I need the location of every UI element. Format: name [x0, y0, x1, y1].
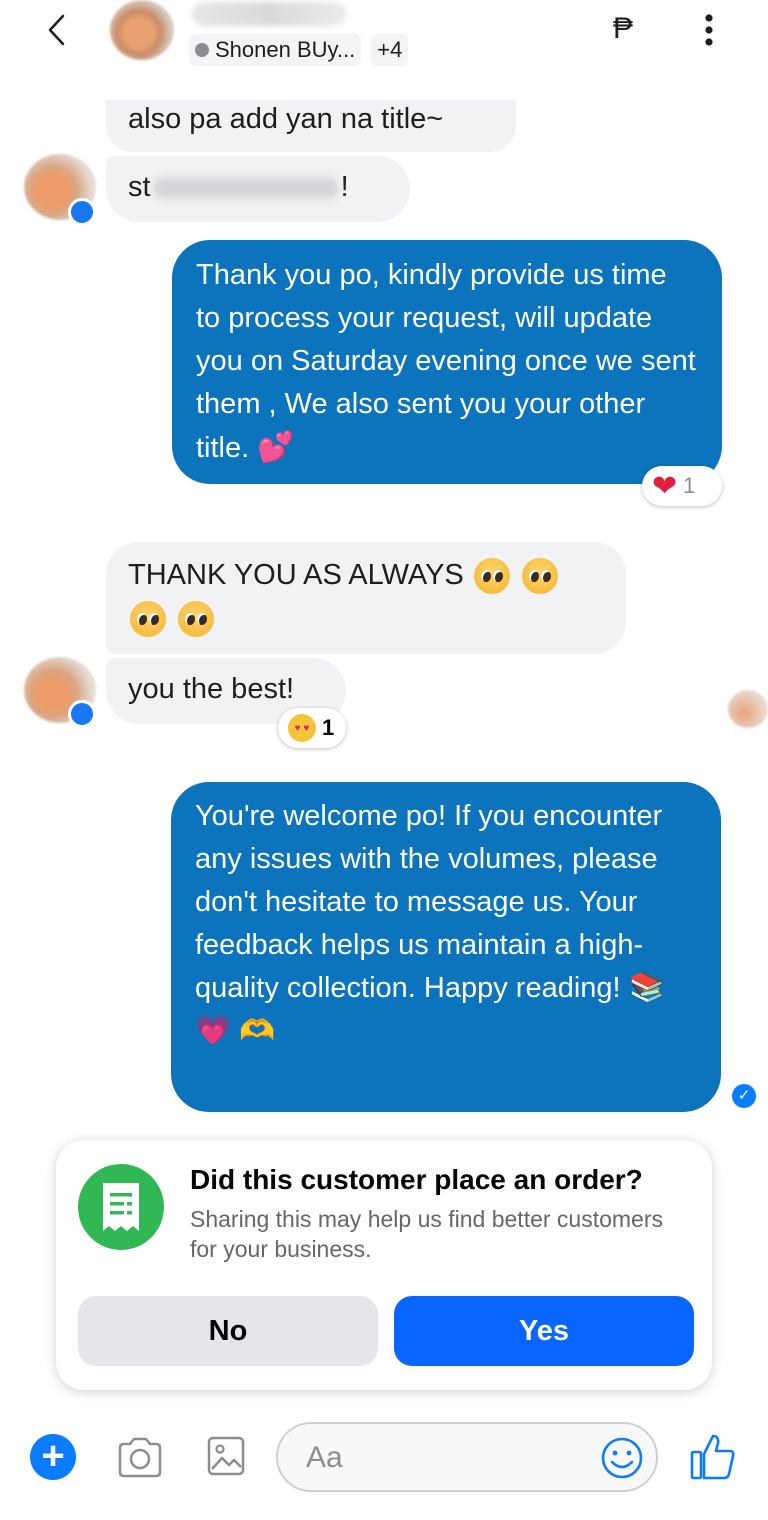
read-receipt-avatar [728, 690, 768, 728]
heart-icon: ❤ [652, 469, 678, 503]
back-button[interactable] [38, 10, 78, 50]
incoming-message[interactable]: also pa add yan na title~ [106, 100, 516, 152]
message-text-start: st [128, 171, 151, 203]
outgoing-message[interactable]: Thank you po, kindly provide us time to … [172, 240, 722, 484]
pleading-face-icon [521, 558, 558, 595]
reaction-badge[interactable]: ❤ 1 [642, 466, 722, 506]
more-labels-chip[interactable]: +4 [371, 34, 409, 66]
reaction-count: 1 [683, 473, 696, 498]
message-text: also pa add yan na title~ [128, 103, 444, 135]
label-chip-text: Shonen BUy... [215, 37, 356, 62]
smiley-icon [601, 1437, 643, 1479]
message-text: THANK YOU AS ALWAYS [128, 559, 464, 591]
chat-header: Shonen BUy... +4 ₱ [0, 0, 768, 82]
plus-icon[interactable]: + [30, 1434, 76, 1480]
emoji-button[interactable] [600, 1436, 644, 1480]
sent-check-icon: ✓ [732, 1084, 756, 1108]
message-text: you the best! [128, 673, 295, 705]
outgoing-message[interactable]: You're welcome po! If you encounter any … [171, 782, 721, 1112]
pleading-face-icon [130, 601, 166, 638]
contact-name-redacted[interactable] [192, 2, 347, 26]
contact-labels: Shonen BUy... +4 [189, 33, 409, 67]
message-text: You're welcome po! If you encounter any … [195, 800, 663, 1004]
pleading-face-icon [473, 558, 510, 595]
contact-avatar[interactable] [110, 0, 174, 60]
label-chip[interactable]: Shonen BUy... [189, 34, 362, 66]
message-input-box[interactable] [276, 1422, 658, 1492]
redacted-text [152, 177, 339, 200]
thumbs-up-icon [690, 1434, 735, 1480]
order-prompt-subtitle: Sharing this may help us find better cus… [190, 1206, 664, 1262]
incoming-message[interactable]: THANK YOU AS ALWAYS [106, 542, 626, 654]
more-options-button[interactable] [694, 10, 724, 50]
reaction-badge[interactable]: ♥ ♥ 1 [278, 708, 346, 748]
messenger-badge-icon [68, 700, 96, 728]
more-vertical-icon [705, 14, 713, 46]
message-composer: + [0, 1416, 768, 1506]
label-dot-icon [195, 43, 209, 57]
no-button[interactable]: No [78, 1296, 378, 1366]
gallery-button[interactable] [206, 1434, 246, 1478]
receipt-icon [78, 1164, 164, 1250]
yes-button[interactable]: Yes [394, 1296, 694, 1366]
reaction-count: 1 [322, 715, 335, 740]
camera-button[interactable] [116, 1436, 164, 1478]
image-icon [207, 1436, 245, 1476]
message-input[interactable] [306, 1438, 596, 1478]
chevron-left-icon [48, 14, 65, 46]
camera-icon [118, 1437, 162, 1478]
messenger-badge-icon [68, 198, 96, 226]
like-button[interactable] [690, 1432, 736, 1480]
heart-eyes-icon: ♥ ♥ [288, 714, 316, 742]
order-prompt-title: Did this customer place an order? [190, 1164, 643, 1195]
message-text-end: ! [340, 171, 349, 203]
payment-button[interactable]: ₱ [606, 10, 640, 48]
order-prompt-card: Did this customer place an order? Sharin… [56, 1140, 712, 1390]
incoming-message[interactable]: st! [106, 156, 410, 222]
pleading-face-icon [178, 601, 215, 638]
two-hearts-emoji: 💕 [257, 431, 295, 464]
